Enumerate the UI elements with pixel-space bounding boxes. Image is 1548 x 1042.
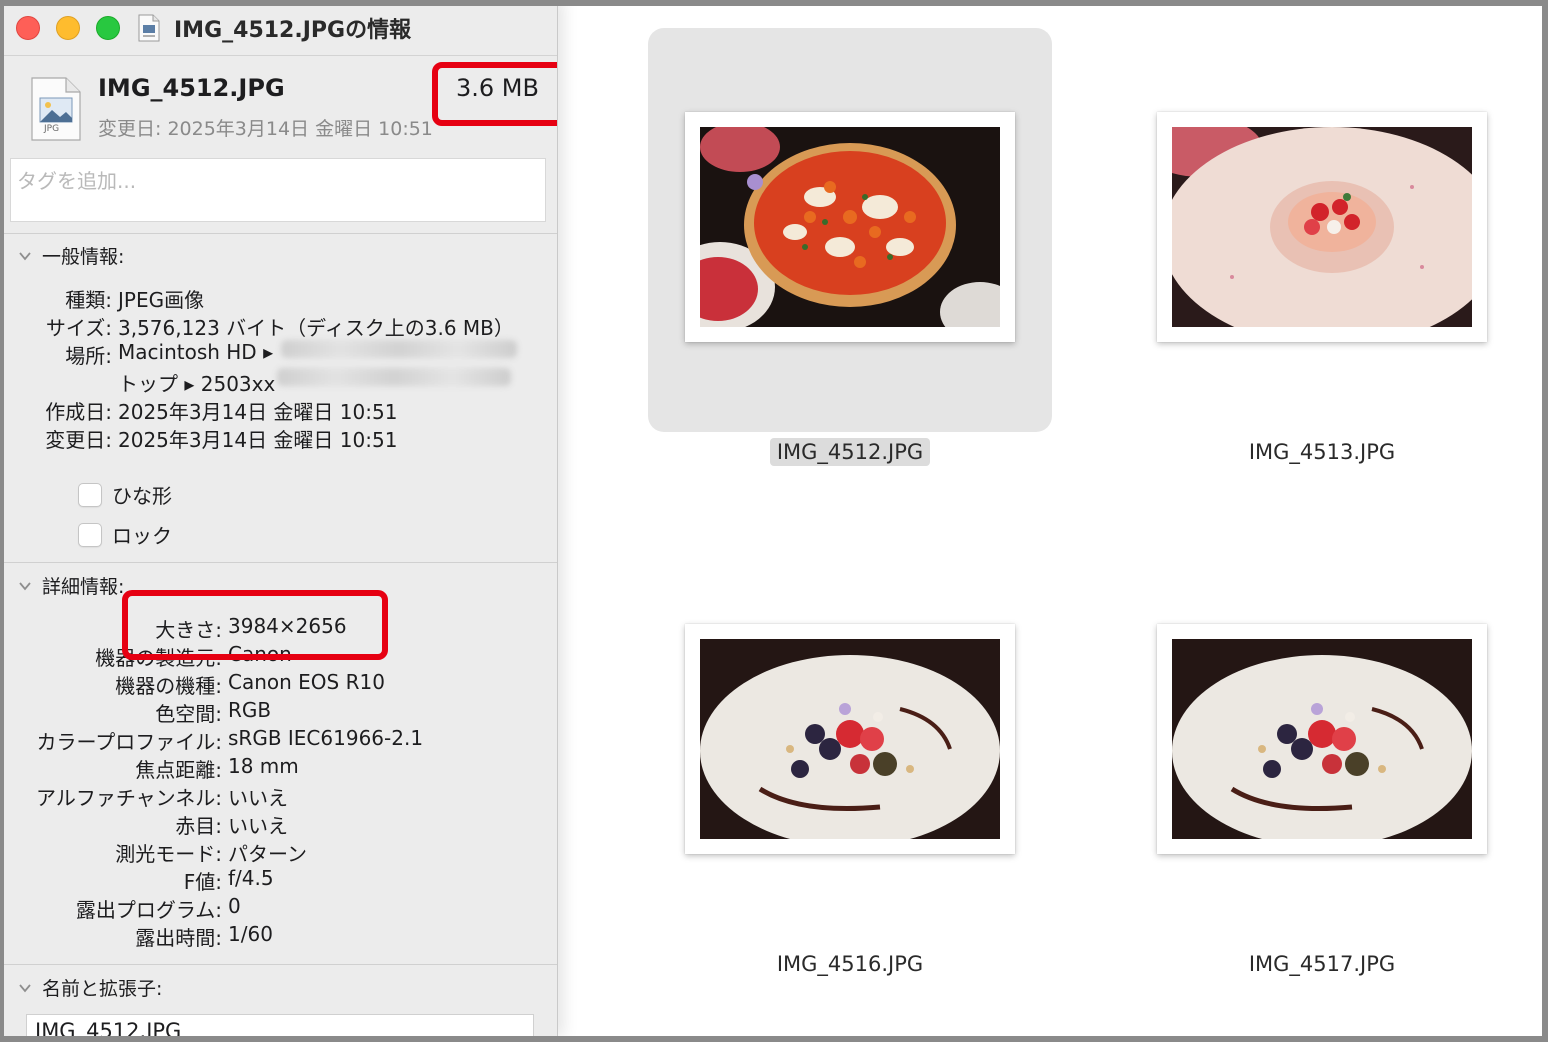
screenshot-frame [0,0,1548,1042]
